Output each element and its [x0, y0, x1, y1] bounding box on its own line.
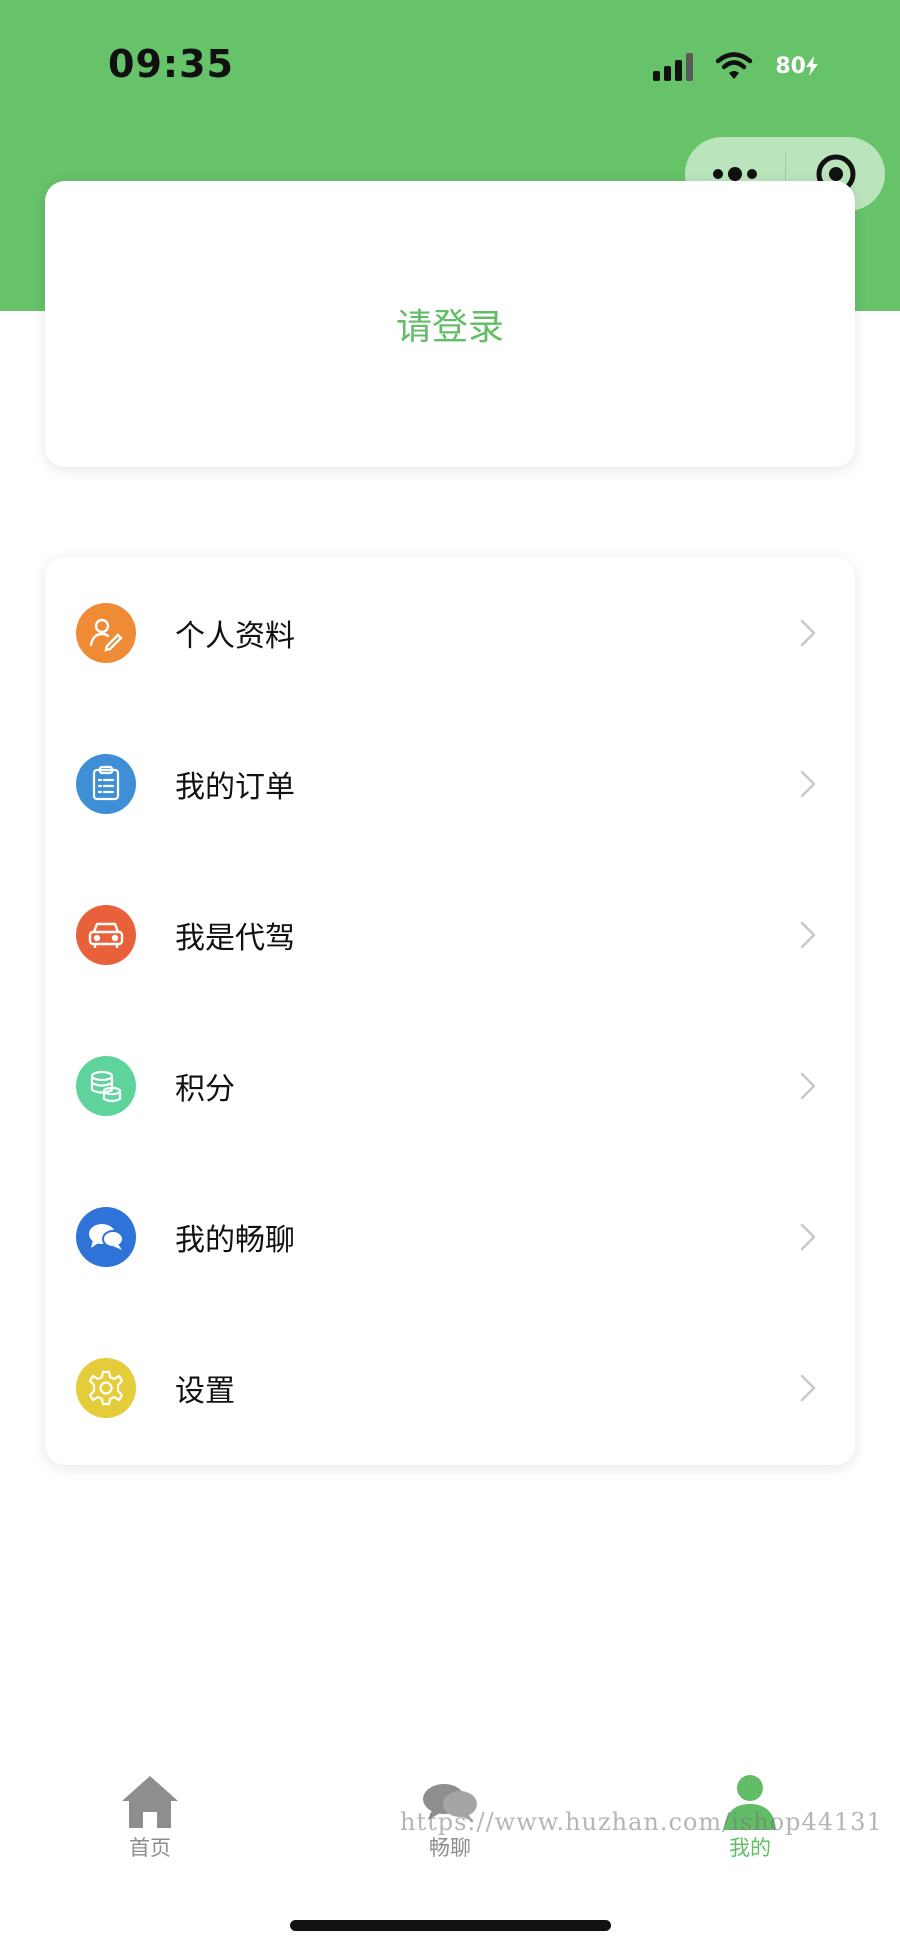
chevron-right-icon: [800, 1072, 816, 1099]
home-icon: [122, 1776, 178, 1828]
chevron-right-icon: [800, 1374, 816, 1401]
battery-indicator: 80: [775, 54, 818, 79]
login-card[interactable]: 请登录: [45, 181, 855, 467]
coins-stack-icon: [76, 1055, 136, 1116]
chevron-right-icon: [800, 770, 816, 797]
clipboard-list-icon: [76, 753, 136, 814]
wifi-icon: [716, 52, 753, 79]
chevron-right-icon: [800, 619, 816, 646]
menu-label: 设置: [175, 1373, 235, 1409]
login-prompt[interactable]: 请登录: [396, 298, 504, 350]
menu-item-driver[interactable]: 我是代驾: [45, 859, 855, 1010]
menu-label: 我的订单: [175, 769, 295, 805]
menu-label: 积分: [175, 1071, 235, 1107]
charging-bolt-icon: [806, 56, 818, 76]
menu-item-points[interactable]: 积分: [45, 1010, 855, 1161]
menu-item-profile[interactable]: 个人资料: [45, 557, 855, 708]
tab-label: 我的: [729, 1836, 771, 1860]
menu-item-orders[interactable]: 我的订单: [45, 708, 855, 859]
chevron-right-icon: [800, 1223, 816, 1250]
gear-icon: [76, 1357, 136, 1418]
car-icon: [76, 904, 136, 965]
menu-item-chat[interactable]: 我的畅聊: [45, 1161, 855, 1312]
profile-edit-icon: [76, 602, 136, 663]
signal-icon: [653, 51, 694, 81]
watermark-text: https://www.huzhan.com/ishop44131: [400, 1808, 883, 1836]
chevron-right-icon: [800, 921, 816, 948]
battery-level: 80: [775, 53, 806, 79]
more-dots-icon: [713, 167, 757, 181]
menu-label: 我是代驾: [175, 920, 295, 956]
tab-label: 畅聊: [429, 1836, 471, 1860]
chat-bubbles-icon: [76, 1206, 136, 1267]
menu-label: 个人资料: [175, 618, 295, 654]
tab-home[interactable]: 首页: [0, 1760, 300, 1880]
status-indicators: 80: [653, 48, 818, 84]
menu-label: 我的畅聊: [175, 1222, 295, 1258]
status-time: 09:35: [108, 42, 234, 86]
menu-card: 个人资料 我的订单 我是代驾 积分 我的畅聊 设置: [45, 557, 855, 1465]
home-indicator: [290, 1920, 611, 1931]
menu-item-settings[interactable]: 设置: [45, 1312, 855, 1463]
tab-label: 首页: [129, 1836, 171, 1860]
